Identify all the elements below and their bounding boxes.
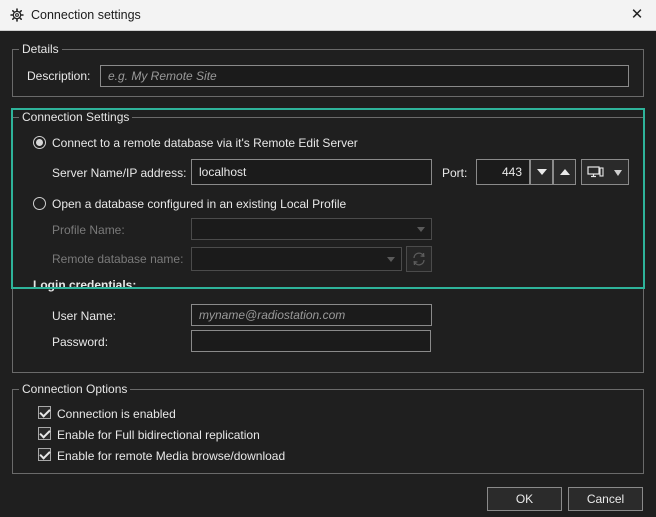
chevron-down-icon — [614, 170, 622, 176]
details-legend: Details — [22, 42, 59, 56]
gear-icon — [10, 8, 24, 22]
chevron-down-icon — [417, 227, 425, 232]
port-decrement-button[interactable] — [530, 159, 553, 185]
password-input[interactable] — [191, 330, 431, 352]
port-input[interactable]: 443 — [476, 159, 530, 185]
media-browse-checkbox[interactable] — [38, 448, 51, 461]
profile-name-label: Profile Name: — [52, 223, 125, 237]
network-server-icon — [587, 166, 604, 178]
description-input[interactable]: e.g. My Remote Site — [100, 65, 629, 87]
window-title: Connection settings — [31, 8, 141, 22]
local-profile-radio[interactable] — [33, 197, 46, 210]
remote-server-radio[interactable] — [33, 136, 46, 149]
title-bar: Connection settings ✕ — [0, 0, 656, 31]
chevron-down-icon — [387, 257, 395, 262]
password-label: Password: — [52, 335, 109, 349]
connection-options-legend: Connection Options — [22, 382, 128, 396]
connection-enabled-checkbox[interactable] — [38, 406, 51, 419]
username-input[interactable]: myname@radiostation.com — [191, 304, 432, 326]
login-credentials-heading: Login credentials: — [33, 278, 137, 292]
profile-name-select[interactable] — [191, 218, 432, 240]
close-icon[interactable]: ✕ — [628, 6, 646, 24]
remote-server-label: Connect to a remote database via it's Re… — [52, 136, 358, 150]
refresh-button[interactable] — [406, 246, 432, 272]
connection-settings-legend: Connection Settings — [22, 110, 130, 124]
server-input[interactable]: localhost — [191, 159, 432, 185]
remote-db-label: Remote database name: — [52, 252, 184, 266]
bidirectional-replication-label: Enable for Full bidirectional replicatio… — [57, 428, 260, 442]
ok-button[interactable]: OK — [487, 487, 562, 511]
remote-db-select[interactable] — [191, 247, 402, 271]
description-label: Description: — [27, 69, 91, 83]
refresh-icon — [413, 252, 425, 266]
chevron-down-icon — [536, 169, 547, 175]
media-browse-label: Enable for remote Media browse/download — [57, 449, 286, 463]
port-increment-button[interactable] — [553, 159, 576, 185]
chevron-up-icon — [559, 169, 570, 175]
cancel-button[interactable]: Cancel — [568, 487, 643, 511]
server-browse-dropdown[interactable] — [581, 159, 629, 185]
local-profile-label: Open a database configured in an existin… — [52, 197, 347, 211]
username-label: User Name: — [52, 309, 117, 323]
server-label: Server Name/IP address: — [52, 166, 187, 180]
connection-enabled-label: Connection is enabled — [57, 407, 176, 421]
port-label: Port: — [442, 166, 468, 180]
bidirectional-replication-checkbox[interactable] — [38, 427, 51, 440]
